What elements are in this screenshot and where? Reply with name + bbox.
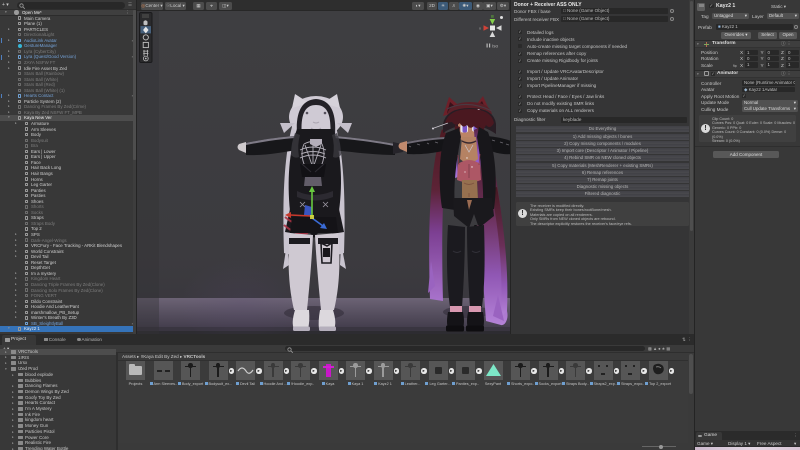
- svg-text:x: x: [479, 26, 481, 31]
- svg-text:Iso: Iso: [492, 44, 499, 49]
